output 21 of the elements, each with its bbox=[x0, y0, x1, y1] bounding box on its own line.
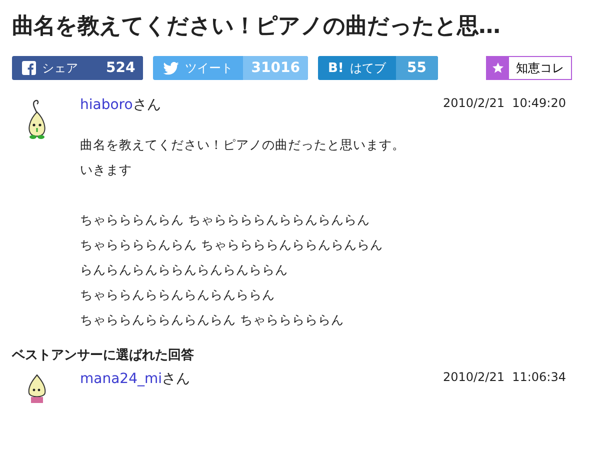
question-text-line: ちゃららんららんらんらんららん bbox=[80, 287, 275, 302]
question-text-line: ちゃらららんらん ちゃららららんららんらんらん bbox=[80, 212, 370, 227]
post-date: 2010/2/21 10:49:20 bbox=[442, 96, 566, 112]
hatena-logo: B! bbox=[328, 60, 344, 76]
facebook-icon bbox=[22, 61, 36, 75]
page-title: 曲名を教えてください！ピアノの曲だったと思… bbox=[12, 13, 501, 41]
best-answer-heading: ベストアンサーに選ばれた回答 bbox=[12, 347, 195, 364]
chiebukuro-button[interactable]: 知恵コレ bbox=[486, 56, 572, 80]
question-text-line: ちゃららんららんらんらん ちゃらららららん bbox=[80, 312, 344, 327]
question-text-line: 曲名を教えてください！ピアノの曲だったと思います。 bbox=[80, 137, 405, 152]
question-text-line: ちゃららららんらん ちゃららららんららんらんらん bbox=[80, 237, 383, 252]
username: hiaboroさん bbox=[80, 96, 161, 114]
bird-icon bbox=[163, 62, 180, 74]
post-date: 2010/2/21 11:06:34 bbox=[442, 370, 566, 386]
user-link[interactable]: mana24_mi bbox=[80, 371, 162, 387]
question-text-line: らんらんらんららんらんらんららん bbox=[80, 262, 288, 277]
question-text-line: いきます bbox=[80, 162, 132, 177]
share-button[interactable]: シェア 524 bbox=[12, 56, 144, 80]
user-link[interactable]: hiaboro bbox=[80, 97, 133, 113]
username: mana24_miさん bbox=[80, 370, 190, 388]
share-button[interactable]: B! はてブ 55 bbox=[318, 56, 438, 80]
